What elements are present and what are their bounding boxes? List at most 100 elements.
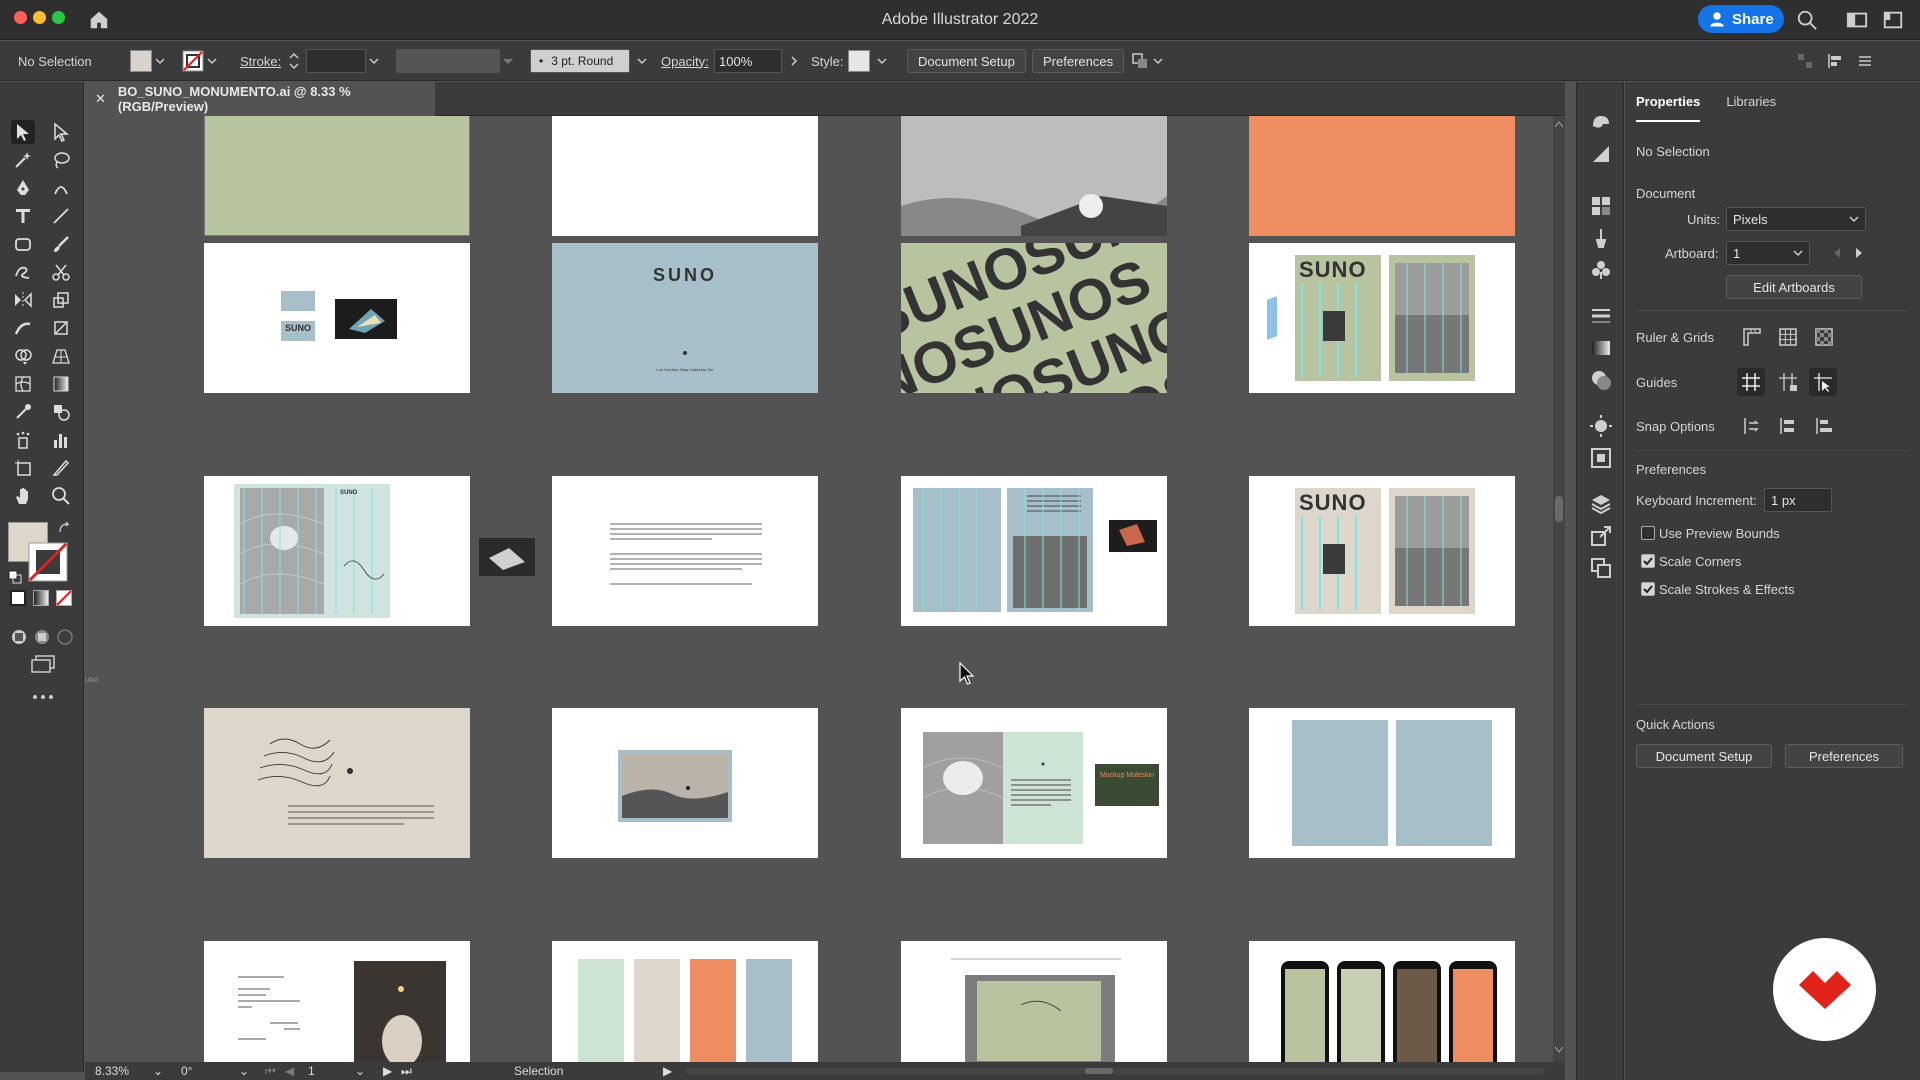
chevron-down-icon[interactable]	[1150, 53, 1166, 69]
scroll-up-icon[interactable]	[1554, 120, 1564, 128]
zoom-dropdown-icon[interactable]: ⌄	[153, 1064, 163, 1078]
rectangle-tool[interactable]	[11, 232, 35, 256]
search-icon[interactable]	[1796, 9, 1818, 31]
edit-artboards-button[interactable]: Edit Artboards	[1726, 275, 1862, 299]
brushes-icon[interactable]	[1589, 142, 1613, 166]
selection-tool[interactable]	[11, 120, 35, 144]
next-artboard-icon[interactable]	[1848, 242, 1870, 264]
artboard-select[interactable]: 1	[1726, 241, 1810, 265]
none-mode-button[interactable]	[56, 590, 72, 606]
stepper-arrows-icon[interactable]	[288, 50, 300, 72]
scale-tool[interactable]	[49, 288, 73, 312]
export-icon[interactable]	[1589, 524, 1613, 548]
fill-swatch[interactable]	[130, 50, 152, 72]
paintbrush-tool[interactable]	[49, 232, 73, 256]
mesh-tool[interactable]	[11, 372, 35, 396]
scroll-down-icon[interactable]	[1554, 1046, 1564, 1054]
vertical-scrollbar[interactable]	[1553, 116, 1565, 1062]
artboard[interactable]	[552, 476, 818, 626]
hand-tool[interactable]	[11, 484, 35, 508]
artboard[interactable]	[901, 941, 1167, 1062]
artboard[interactable]: SUNO	[1249, 476, 1515, 626]
opacity-label[interactable]: Opacity:	[661, 41, 709, 81]
artboard[interactable]	[552, 708, 818, 858]
swap-fill-stroke-icon[interactable]	[58, 522, 72, 536]
quick-document-setup-button[interactable]: Document Setup	[1636, 744, 1772, 768]
horizontal-scrollbar[interactable]	[685, 1068, 1545, 1074]
artboard[interactable]	[1249, 116, 1515, 236]
floating-photo-thumbnail[interactable]	[479, 538, 535, 576]
preferences-button[interactable]: Preferences	[1032, 49, 1125, 73]
smart-guides-toggle[interactable]	[1809, 368, 1837, 396]
artboard[interactable]: SUNOSUNO NOSUNOS SUNOSUNO NOSUNOS	[901, 243, 1167, 393]
transparency-icon[interactable]	[1589, 368, 1613, 392]
transparency-grid-icon[interactable]	[1813, 326, 1835, 348]
artboard-number[interactable]: 1	[308, 1064, 315, 1078]
stroke-weight-input[interactable]	[306, 49, 366, 73]
perspective-grid-tool[interactable]	[49, 344, 73, 368]
artboard[interactable]	[1249, 708, 1515, 858]
canvas[interactable]: SUNO SUNO Los Cerritos, Baja California …	[85, 116, 1565, 1062]
grid-icon[interactable]	[1777, 326, 1799, 348]
lasso-tool[interactable]	[49, 148, 73, 172]
symbol-sprayer-tool[interactable]	[11, 428, 35, 452]
gradient-panel-icon[interactable]	[1589, 336, 1613, 360]
arrange-documents-icon[interactable]	[1882, 9, 1904, 31]
scrollbar-thumb[interactable]	[1555, 496, 1563, 522]
magic-wand-tool[interactable]	[11, 148, 35, 172]
horizontal-scroll-thumb[interactable]	[1085, 1068, 1113, 1074]
artboard[interactable]	[204, 708, 470, 858]
align-options[interactable]	[1796, 41, 1874, 81]
tab-libraries[interactable]: Libraries	[1726, 94, 1776, 122]
align-icon[interactable]	[1796, 52, 1814, 70]
color-mode-button[interactable]	[10, 590, 26, 606]
arrange-options[interactable]	[1130, 41, 1166, 81]
artboard[interactable]	[901, 476, 1167, 626]
blend-tool[interactable]	[49, 400, 73, 424]
snap-to-glyph-icon[interactable]	[1813, 415, 1835, 437]
artboard-tool[interactable]	[11, 456, 35, 480]
graphic-style-group[interactable]	[848, 41, 890, 81]
minimize-window-button[interactable]	[33, 11, 46, 24]
artboard[interactable]	[204, 116, 470, 236]
shaper-tool[interactable]	[11, 260, 35, 284]
brush-definition[interactable]: • 3 pt. Round	[530, 41, 650, 81]
artboard[interactable]: SUNO	[204, 243, 470, 393]
shape-builder-tool[interactable]	[11, 344, 35, 368]
keyboard-increment-input[interactable]: 1 px	[1764, 488, 1832, 512]
scale-strokes-checkbox[interactable]	[1641, 582, 1655, 596]
warp-tool[interactable]	[11, 316, 35, 340]
chevron-down-icon[interactable]	[152, 53, 168, 69]
chevron-down-icon[interactable]	[874, 53, 890, 69]
artboard[interactable]	[552, 941, 818, 1062]
slice-tool[interactable]	[49, 456, 73, 480]
default-fill-stroke-icon[interactable]	[8, 570, 22, 584]
document-setup-button[interactable]: Document Setup	[907, 49, 1026, 73]
stroke-label[interactable]: Stroke:	[240, 41, 281, 81]
control-bar-menu-icon[interactable]	[1856, 52, 1874, 70]
artboards-panel-icon[interactable]	[1589, 556, 1613, 580]
eyedropper-tool[interactable]	[11, 400, 35, 424]
home-icon[interactable]	[88, 9, 110, 31]
snap-to-point-icon[interactable]	[1741, 415, 1763, 437]
floating-brand-button[interactable]	[1773, 938, 1876, 1041]
zoom-tool[interactable]	[49, 484, 73, 508]
previous-artboard-icon[interactable]	[1826, 242, 1848, 264]
use-preview-bounds-checkbox[interactable]	[1641, 526, 1655, 540]
artboard[interactable]: SUNO Los Cerritos, Baja California Sur	[552, 243, 818, 393]
previous-artboard-icon[interactable]: ◀	[285, 1064, 294, 1078]
graphic-styles-icon[interactable]	[1589, 446, 1613, 470]
chevron-right-icon[interactable]	[786, 53, 802, 69]
gradient-tool[interactable]	[49, 372, 73, 396]
width-profile-field[interactable]	[396, 49, 500, 73]
stroke-weight-stepper[interactable]	[288, 41, 382, 81]
artboard[interactable]: SUNO	[204, 476, 470, 626]
artboard-dropdown-icon[interactable]: ⌄	[355, 1064, 365, 1078]
first-artboard-icon[interactable]: ⏮	[265, 1064, 276, 1079]
scissors-tool[interactable]	[49, 260, 73, 284]
stroke-none-swatch[interactable]	[182, 50, 204, 72]
pen-tool[interactable]	[11, 176, 35, 200]
draw-behind-icon[interactable]	[33, 628, 51, 646]
stroke-panel-icon[interactable]	[1589, 304, 1613, 328]
fill-swatch-group[interactable]	[130, 41, 168, 81]
